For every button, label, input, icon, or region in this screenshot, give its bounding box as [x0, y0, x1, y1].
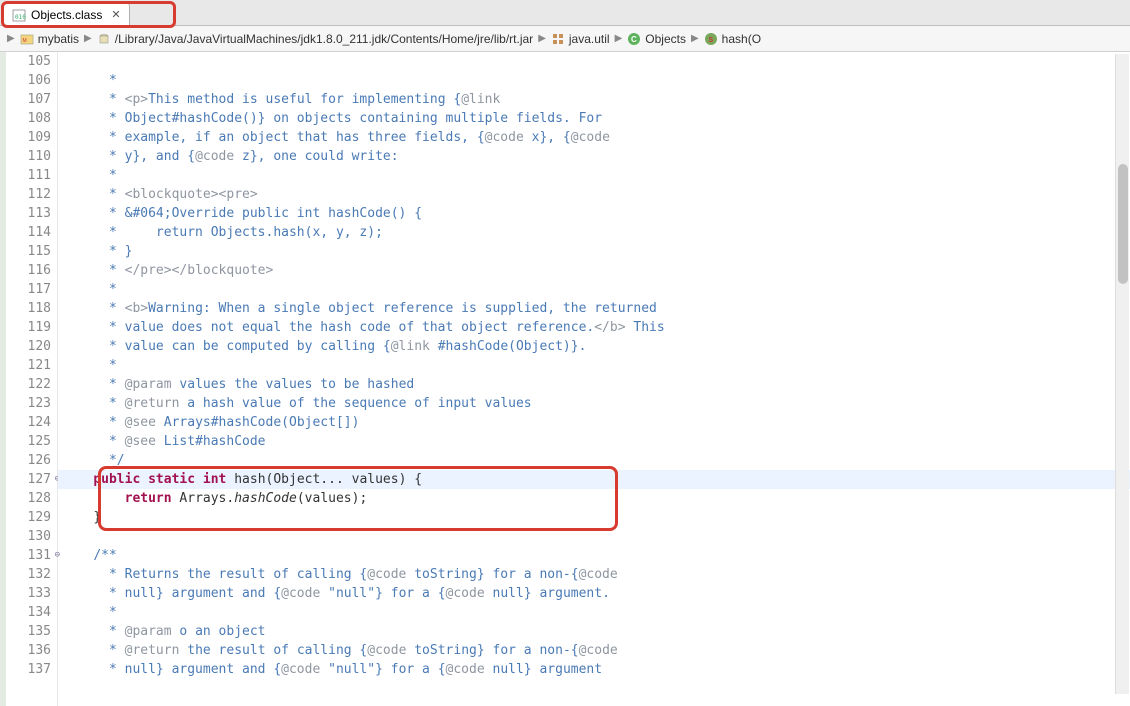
svg-text:S: S [708, 37, 713, 44]
code-line[interactable]: * Returns the result of calling {@code t… [58, 565, 1130, 584]
code-line[interactable]: * [58, 603, 1130, 622]
code-line[interactable]: * <b>Warning: When a single object refer… [58, 299, 1130, 318]
breadcrumb-method[interactable]: S hash(O [704, 32, 761, 46]
line-number: 111 [0, 166, 57, 185]
line-number: 117 [0, 280, 57, 299]
breadcrumb-package[interactable]: java.util [551, 32, 610, 46]
project-icon: M [20, 32, 34, 46]
line-number: 123 [0, 394, 57, 413]
line-number: 127⊖ [0, 470, 57, 489]
line-number: 114 [0, 223, 57, 242]
line-number: 106 [0, 71, 57, 90]
line-number: 118 [0, 299, 57, 318]
line-number-gutter: 1051061071081091101111121131141151161171… [0, 52, 58, 706]
code-line[interactable] [58, 52, 1130, 71]
code-line[interactable]: * value does not equal the hash code of … [58, 318, 1130, 337]
vertical-scrollbar[interactable] [1115, 54, 1129, 694]
line-number: 112 [0, 185, 57, 204]
chevron-right-icon: ▶ [612, 33, 626, 44]
code-line[interactable]: * [58, 71, 1130, 90]
breadcrumb-class[interactable]: C Objects [627, 32, 686, 46]
line-number: 137 [0, 660, 57, 679]
chevron-right-icon[interactable]: ▶ [4, 33, 18, 44]
jar-icon [97, 32, 111, 46]
line-number: 119 [0, 318, 57, 337]
code-line[interactable]: * null} argument and {@code "null"} for … [58, 660, 1130, 679]
code-line[interactable]: * </pre></blockquote> [58, 261, 1130, 280]
code-line[interactable]: */ [58, 451, 1130, 470]
code-line[interactable] [58, 527, 1130, 546]
method-icon: S [704, 32, 718, 46]
code-editor[interactable]: 1051061071081091101111121131141151161171… [0, 52, 1130, 706]
code-line[interactable]: * y}, and {@code z}, one could write: [58, 147, 1130, 166]
code-line[interactable]: * &#064;Override public int hashCode() { [58, 204, 1130, 223]
classfile-icon: 010 [12, 8, 26, 22]
code-line[interactable]: * example, if an object that has three f… [58, 128, 1130, 147]
line-number: 107 [0, 90, 57, 109]
code-line[interactable]: * <p>This method is useful for implement… [58, 90, 1130, 109]
package-icon [551, 32, 565, 46]
svg-text:010: 010 [15, 14, 26, 21]
breadcrumb: ▶ M mybatis ▶ /Library/Java/JavaVirtualM… [0, 26, 1130, 52]
line-number: 128 [0, 489, 57, 508]
chevron-right-icon: ▶ [688, 33, 702, 44]
line-number: 108 [0, 109, 57, 128]
class-icon: C [627, 32, 641, 46]
code-line[interactable]: * @return the result of calling {@code t… [58, 641, 1130, 660]
line-number: 132 [0, 565, 57, 584]
code-line[interactable]: } [58, 508, 1130, 527]
line-number: 105 [0, 52, 57, 71]
line-number: 116 [0, 261, 57, 280]
line-number: 115 [0, 242, 57, 261]
code-line[interactable]: /** [58, 546, 1130, 565]
line-number: 109 [0, 128, 57, 147]
scrollbar-thumb[interactable] [1118, 164, 1128, 284]
close-icon[interactable]: ✕ [111, 8, 120, 21]
line-number: 122 [0, 375, 57, 394]
code-line[interactable]: * @param values the values to be hashed [58, 375, 1130, 394]
code-area[interactable]: * * <p>This method is useful for impleme… [58, 52, 1130, 706]
breadcrumb-jar[interactable]: /Library/Java/JavaVirtualMachines/jdk1.8… [97, 32, 533, 46]
code-line[interactable]: * null} argument and {@code "null"} for … [58, 584, 1130, 603]
editor-tab-bar: 010 Objects.class ✕ [0, 0, 1130, 26]
code-line[interactable]: * Object#hashCode()} on objects containi… [58, 109, 1130, 128]
line-number: 126 [0, 451, 57, 470]
tab-label: Objects.class [31, 8, 102, 22]
code-line[interactable]: * @see Arrays#hashCode(Object[]) [58, 413, 1130, 432]
code-line[interactable]: * @param o an object [58, 622, 1130, 641]
code-line[interactable]: return Arrays.hashCode(values); [58, 489, 1130, 508]
tab-objects-class[interactable]: 010 Objects.class ✕ [3, 3, 130, 25]
line-number: 120 [0, 337, 57, 356]
line-number: 121 [0, 356, 57, 375]
line-number: 113 [0, 204, 57, 223]
code-line[interactable]: * @see List#hashCode [58, 432, 1130, 451]
code-line[interactable]: * [58, 280, 1130, 299]
code-line[interactable]: * @return a hash value of the sequence o… [58, 394, 1130, 413]
svg-text:M: M [22, 38, 26, 44]
svg-text:C: C [631, 35, 637, 44]
chevron-right-icon: ▶ [81, 33, 95, 44]
line-number: 131⊖ [0, 546, 57, 565]
line-number: 110 [0, 147, 57, 166]
line-number: 124 [0, 413, 57, 432]
line-number: 130 [0, 527, 57, 546]
code-line[interactable]: * [58, 166, 1130, 185]
line-number: 129 [0, 508, 57, 527]
code-line[interactable]: * <blockquote><pre> [58, 185, 1130, 204]
line-number: 134 [0, 603, 57, 622]
breadcrumb-project[interactable]: M mybatis [20, 32, 79, 46]
code-line[interactable]: * value can be computed by calling {@lin… [58, 337, 1130, 356]
line-number: 125 [0, 432, 57, 451]
line-number: 133 [0, 584, 57, 603]
code-line[interactable]: * return Objects.hash(x, y, z); [58, 223, 1130, 242]
line-number: 135 [0, 622, 57, 641]
code-line[interactable]: * [58, 356, 1130, 375]
line-number: 136 [0, 641, 57, 660]
code-line[interactable]: public static int hash(Object... values)… [58, 470, 1130, 489]
chevron-right-icon: ▶ [535, 33, 549, 44]
code-line[interactable]: * } [58, 242, 1130, 261]
